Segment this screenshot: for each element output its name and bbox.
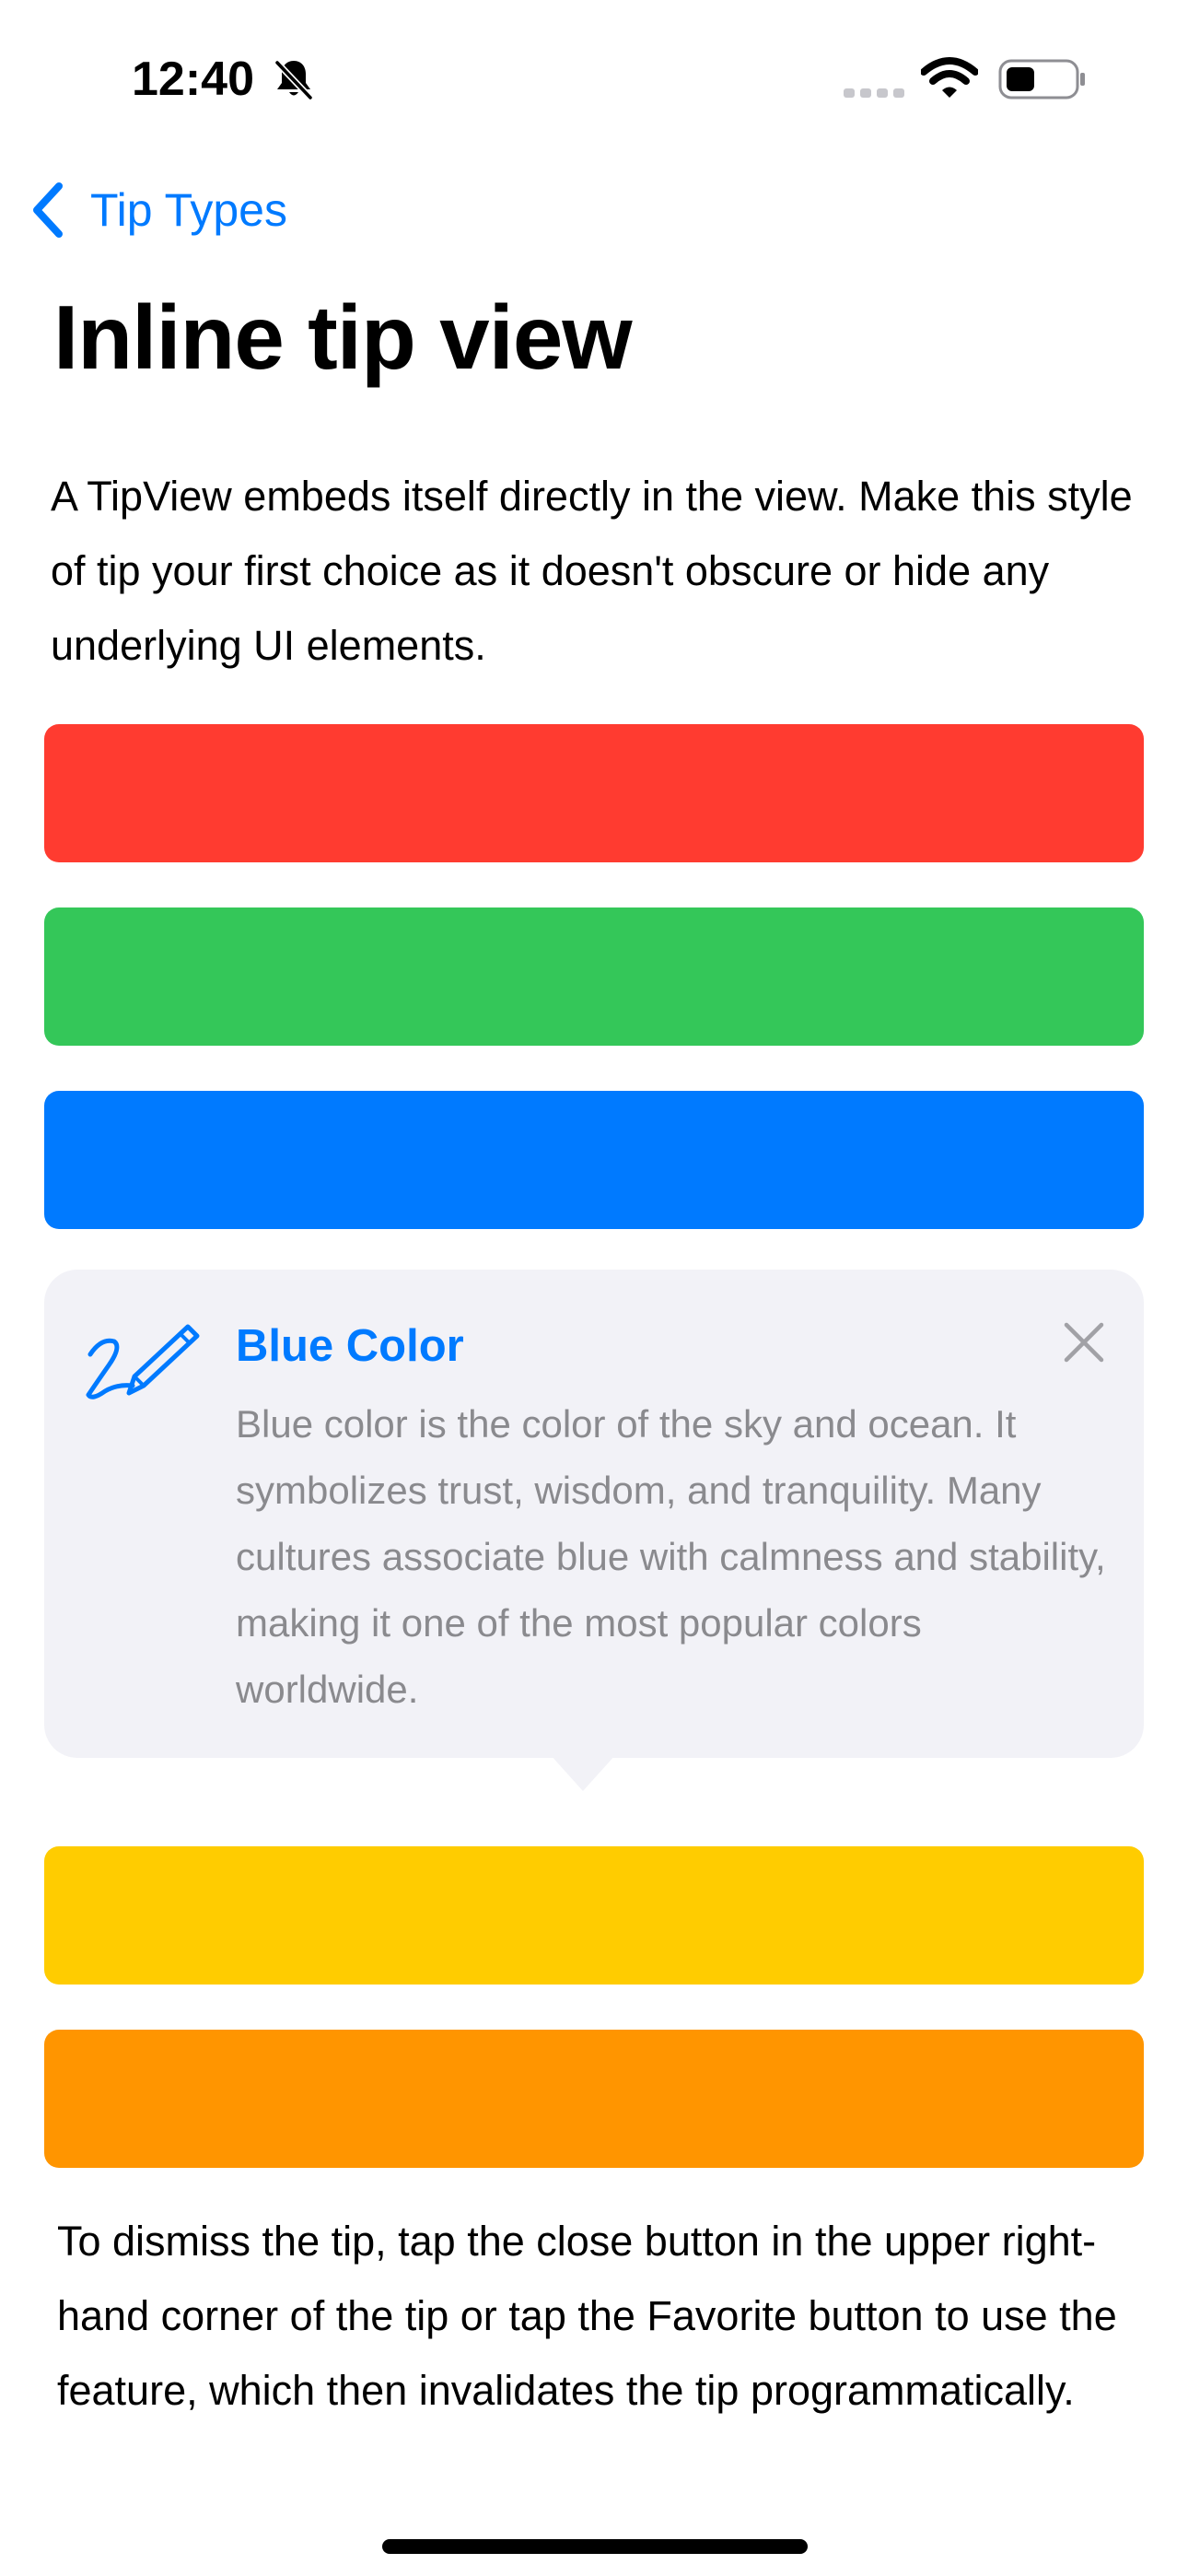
green-color-bar: [44, 907, 1144, 1046]
screen: 12:40 Tip Types Inline tip view A TipVie…: [0, 0, 1188, 2576]
chevron-left-icon: [33, 182, 63, 238]
page-title: Inline tip view: [53, 287, 633, 388]
outro-text: To dismiss the tip, tap the close button…: [57, 2218, 1117, 2414]
status-time: 12:40: [132, 53, 254, 106]
tip-message: Blue color is the color of the sky and o…: [236, 1402, 1106, 1711]
intro-text: A TipView embeds itself directly in the …: [51, 473, 1133, 669]
battery-icon: [998, 59, 1085, 100]
bell-slash-icon: [274, 59, 314, 101]
tip-view: Blue Color Blue color is the color of th…: [44, 1270, 1144, 1758]
blue-color-bar: [44, 1091, 1144, 1229]
tip-title: Blue Color: [236, 1321, 464, 1371]
close-icon[interactable]: [1059, 1317, 1109, 1367]
home-indicator[interactable]: [382, 2539, 808, 2554]
back-button[interactable]: Tip Types: [28, 173, 287, 247]
pencil-scribble-icon: [86, 1324, 200, 1399]
tip-arrow: [550, 1754, 616, 1791]
back-label: Tip Types: [90, 184, 287, 236]
red-color-bar: [44, 724, 1144, 862]
yellow-color-bar: [44, 1846, 1144, 1985]
cellular-icon: [844, 88, 904, 98]
wifi-icon: [921, 57, 978, 98]
orange-color-bar: [44, 2030, 1144, 2168]
